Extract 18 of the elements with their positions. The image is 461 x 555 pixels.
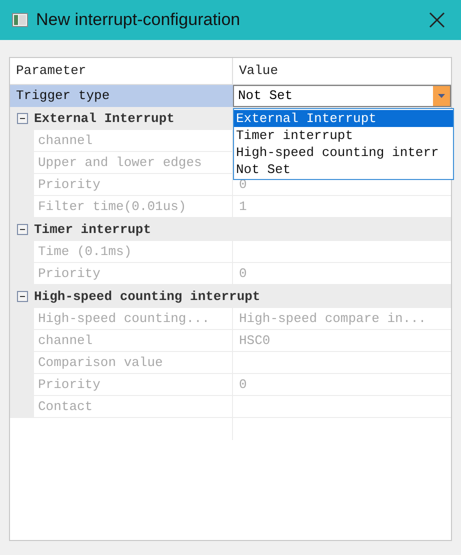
group-title: External Interrupt [34,110,174,128]
group-title: Timer interrupt [34,220,152,239]
column-header[interactable]: Value [233,58,451,84]
group-header[interactable]: High-speed counting interrupt [10,285,451,308]
window-title: New interrupt-configuration [36,9,242,32]
dropdown-field[interactable]: Not Set [233,85,451,107]
close-icon [429,12,445,28]
group-header[interactable]: Timer interrupt [10,218,451,241]
group-title: High-speed counting interrupt [34,288,260,306]
dropdown-option[interactable]: Timer interrupt [234,127,453,144]
window-icon [12,13,28,27]
property-name[interactable]: Trigger type [10,85,233,107]
dropdown-option[interactable]: High-speed counting interr [234,144,453,161]
collapse-icon[interactable] [16,224,28,235]
collapse-icon[interactable] [16,291,28,302]
column-header[interactable]: Parameter [10,58,233,84]
collapse-icon[interactable] [16,113,28,124]
dropdown-option[interactable]: External Interrupt [234,110,453,127]
